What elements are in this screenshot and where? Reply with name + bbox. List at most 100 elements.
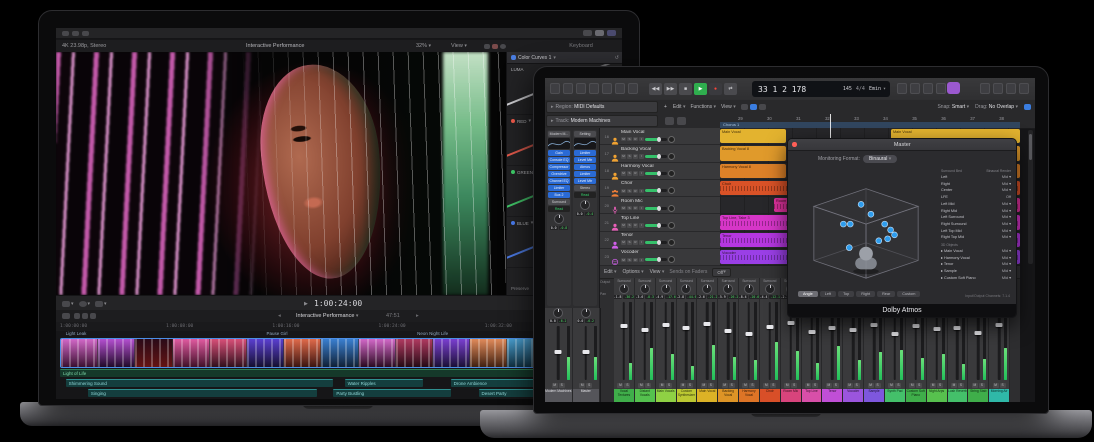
mute-button[interactable]: M (579, 383, 585, 388)
solo-button[interactable]: S (833, 383, 839, 388)
fader-cap[interactable] (555, 350, 562, 354)
filmstrip-thumbnail[interactable] (247, 339, 284, 367)
mute-button[interactable]: M (701, 383, 707, 388)
browser-keyboard-label[interactable]: Keyboard (546, 43, 616, 49)
track-m-button[interactable]: M (621, 258, 626, 263)
next-project-icon[interactable]: ▸ (416, 313, 419, 319)
fader[interactable] (697, 300, 717, 382)
track-s-button[interactable]: S (627, 154, 632, 159)
smart-controls-icon[interactable] (602, 83, 612, 94)
sends-on-faders[interactable]: Sends on Faders (669, 269, 707, 275)
view-button-top[interactable]: Top (838, 291, 854, 297)
mute-button[interactable]: M (784, 383, 790, 388)
output-slot[interactable]: Stereo (574, 185, 596, 191)
mute-button[interactable]: M (826, 383, 832, 388)
filmstrip-thumbnail[interactable] (61, 339, 98, 367)
solo-button[interactable]: S (791, 383, 797, 388)
fader-cap[interactable] (787, 321, 794, 325)
track-r-button[interactable]: R (633, 258, 638, 263)
channel-render-select[interactable]: Off (1006, 194, 1011, 201)
mixer-menu-view[interactable]: View ▾ (650, 269, 665, 275)
channel-render-select[interactable]: Mid ▾ (1002, 208, 1011, 215)
fader-cap[interactable] (704, 322, 711, 326)
pan-knob[interactable] (619, 284, 629, 294)
track-volume-slider[interactable] (645, 258, 667, 261)
list-view-icon[interactable] (595, 30, 604, 36)
mute-button[interactable]: M (909, 383, 915, 388)
mute-button[interactable]: M (552, 383, 558, 388)
fader-cap[interactable] (975, 331, 982, 335)
metronome-icon[interactable] (897, 83, 907, 94)
track-i-button[interactable]: I (639, 171, 644, 176)
audio-clip[interactable]: Singing (88, 389, 317, 397)
fader-cap[interactable] (850, 328, 857, 332)
solo-button[interactable]: S (559, 383, 565, 388)
zoom-tool-icon[interactable] (1024, 104, 1031, 110)
cycle-icon[interactable]: ⇄ (724, 83, 737, 95)
track-volume-slider[interactable] (645, 207, 667, 210)
plugin-slot[interactable]: Limiter (574, 150, 596, 156)
sends-mode-select[interactable]: Off ▾ (712, 268, 730, 277)
track-pan-knob[interactable] (668, 239, 675, 246)
bed-channel-row[interactable]: Left SurroundMid ▾ (941, 214, 1011, 221)
strip-pan-knob[interactable] (554, 214, 564, 224)
track-m-button[interactable]: M (621, 154, 626, 159)
region-inspector-header[interactable]: ▸ Region: MIDI Defaults (546, 101, 658, 113)
solo-button[interactable]: S (586, 383, 592, 388)
reset-icon[interactable]: ↺ (615, 55, 619, 61)
project-name[interactable]: Interactive Performance ▾ (296, 313, 358, 319)
solo-button[interactable]: S (708, 383, 714, 388)
audio-clip[interactable]: Drone Ambience (451, 379, 546, 387)
track-header-main-vocal[interactable]: 16Main VocalMSRI (600, 128, 720, 145)
plugin-slot[interactable]: Level Mtr (574, 157, 596, 163)
mixer-strip-main-vocal[interactable]: Surround-2.6-21.2MSMain Vocal (697, 278, 718, 402)
filmstrip-thumbnail[interactable] (284, 339, 321, 367)
plugin-badge[interactable] (947, 82, 960, 94)
track-volume-slider[interactable] (645, 224, 667, 227)
solo-button[interactable]: S (729, 383, 735, 388)
play-icon[interactable]: ▶ (304, 301, 308, 307)
record-icon[interactable]: ● (709, 83, 722, 95)
fader-cap[interactable] (954, 326, 961, 330)
track-volume-slider[interactable] (645, 155, 667, 158)
track-pan-knob[interactable] (668, 136, 675, 143)
audio-clip[interactable]: Party Bustling (333, 389, 450, 397)
info-icon[interactable] (500, 44, 506, 49)
bed-channel-row[interactable]: Right Top MidMid ▾ (941, 234, 1011, 241)
object-render-select[interactable]: Mid ▾ (1002, 275, 1011, 282)
channel-render-select[interactable]: Mid ▾ (1002, 187, 1011, 194)
object-render-select[interactable]: Mid ▾ (1002, 255, 1011, 262)
pan-knob[interactable] (765, 284, 775, 294)
solo-button[interactable]: S (645, 383, 651, 388)
mute-button[interactable]: M (638, 383, 644, 388)
track-s-button[interactable]: S (627, 240, 632, 245)
mixer-strip-choir[interactable]: Surround-4.4-12.1MSChoir (760, 278, 781, 402)
object-row[interactable]: ▸ Main VocalMid ▾ (941, 248, 1011, 255)
object-row[interactable]: ▸ Harmony VocalMid ▾ (941, 255, 1011, 262)
mixer-menu-options[interactable]: Options ▾ (623, 269, 644, 275)
mixer-strip-harmony-vocal[interactable]: Surround-8.4-20.6MSHarmony Vocal (739, 278, 760, 402)
mute-button[interactable]: M (868, 383, 874, 388)
track-i-button[interactable]: I (639, 154, 644, 159)
channel-render-select[interactable]: Mid ▾ (1002, 221, 1011, 228)
track-volume-slider[interactable] (645, 138, 667, 141)
solo-button[interactable]: S (770, 383, 776, 388)
audio-clip[interactable]: Water Ripples (345, 379, 423, 387)
fader-cap[interactable] (582, 350, 589, 354)
fader[interactable] (760, 300, 780, 382)
loop-browser-icon[interactable] (1006, 83, 1016, 94)
solo-button[interactable]: S (749, 383, 755, 388)
scissors-icon[interactable] (750, 104, 757, 110)
filmstrip-thumbnail[interactable] (470, 339, 507, 367)
track-s-button[interactable]: S (627, 137, 632, 142)
color-panel-title[interactable]: Color Curves 1 (518, 55, 551, 61)
track-m-button[interactable]: M (621, 189, 626, 194)
quick-help-icon[interactable] (576, 83, 586, 94)
eq-thumbnail[interactable] (548, 138, 570, 149)
track-volume-slider[interactable] (645, 172, 667, 175)
pan-knob[interactable] (661, 284, 671, 294)
filmstrip-thumbnail[interactable] (210, 339, 247, 367)
mute-button[interactable]: M (993, 383, 999, 388)
track-r-button[interactable]: R (633, 206, 638, 211)
fader-cap[interactable] (766, 325, 773, 329)
